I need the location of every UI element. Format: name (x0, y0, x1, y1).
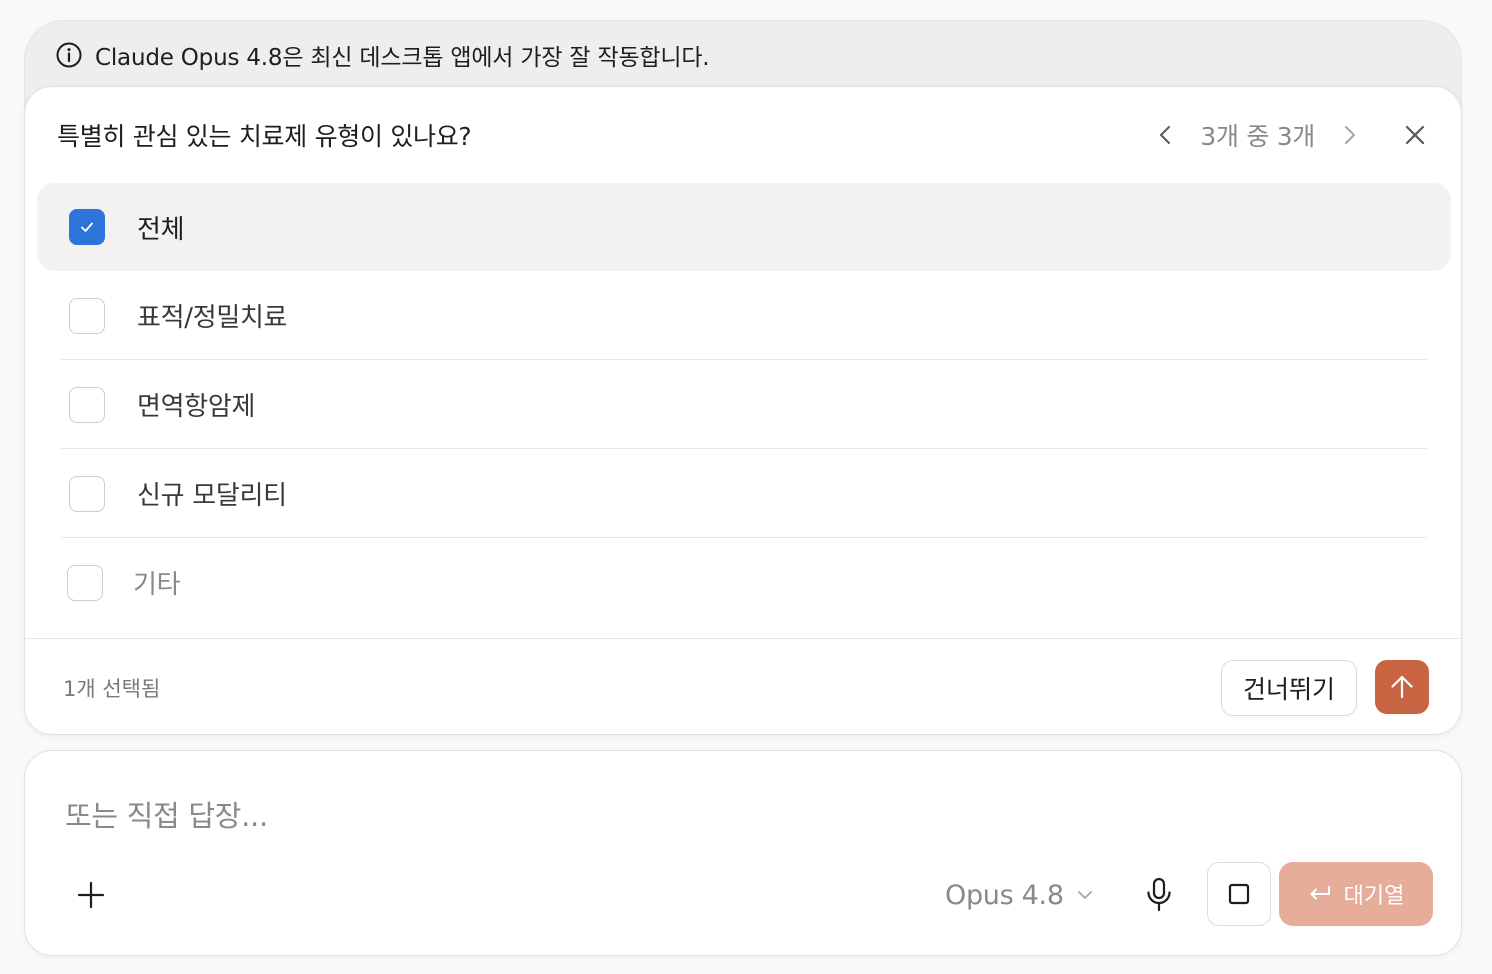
info-icon (55, 41, 83, 69)
return-arrow-icon (1310, 886, 1330, 900)
microphone-button[interactable] (1137, 871, 1181, 919)
queue-button[interactable]: 대기열 (1279, 862, 1433, 926)
add-attachment-button[interactable] (69, 873, 113, 917)
checkbox[interactable] (67, 564, 103, 601)
arrow-up-icon (1391, 675, 1413, 699)
chevron-right-icon (1345, 126, 1355, 144)
option-label: 전체 (137, 214, 185, 245)
previous-question-button[interactable] (1154, 123, 1178, 147)
stop-icon (1228, 883, 1250, 905)
model-selector[interactable]: Opus 4.8 (945, 873, 1094, 917)
stop-button[interactable] (1207, 862, 1271, 926)
option-new-modality[interactable]: 신규 모달리티 (37, 449, 1451, 538)
option-label: 표적/정밀치료 (137, 303, 288, 333)
pager-text: 3개 중 3개 (1200, 122, 1315, 151)
question-title: 특별히 관심 있는 치료제 유형이 있나요? (57, 122, 472, 151)
close-button[interactable] (1399, 119, 1431, 151)
reply-composer: Opus 4.8 대기열 (24, 750, 1462, 956)
next-question-button[interactable] (1337, 123, 1361, 147)
queue-label: 대기열 (1343, 884, 1405, 909)
banner-text: Claude Opus 4.8은 최신 데스크톱 앱에서 가장 잘 작동합니다. (95, 45, 710, 71)
close-icon (1405, 125, 1425, 145)
submit-button[interactable] (1375, 660, 1429, 714)
question-pager: 3개 중 3개 (1154, 113, 1361, 157)
selected-count: 1개 선택됨 (63, 677, 161, 701)
check-icon (81, 222, 93, 232)
skip-button[interactable]: 건너뛰기 (1221, 660, 1357, 716)
option-label: 면역항암제 (137, 392, 256, 422)
option-other[interactable]: 기타 (37, 538, 1451, 627)
question-card: 특별히 관심 있는 치료제 유형이 있나요? 3개 중 3개 전체 표적/정밀치… (24, 86, 1462, 735)
option-immunotherapy[interactable]: 면역항암제 (37, 360, 1451, 449)
option-list: 전체 표적/정밀치료 면역항암제 신규 모달리티 기타 (37, 183, 1451, 627)
model-name: Opus 4.8 (945, 879, 1064, 911)
question-footer: 1개 선택됨 건너뛰기 (25, 638, 1461, 736)
chevron-down-icon (1077, 891, 1092, 899)
microphone-icon (1147, 877, 1171, 912)
option-label: 기타 (133, 570, 181, 600)
checkbox[interactable] (69, 386, 105, 423)
option-targeted-therapy[interactable]: 표적/정밀치료 (37, 271, 1451, 360)
option-label: 신규 모달리티 (137, 481, 287, 511)
checkbox[interactable] (69, 297, 105, 334)
option-all[interactable]: 전체 (37, 183, 1451, 271)
chevron-left-icon (1160, 126, 1171, 144)
checkbox-checked[interactable] (69, 209, 105, 245)
reply-input[interactable] (65, 791, 965, 841)
plus-icon (77, 881, 105, 909)
checkbox[interactable] (69, 475, 105, 512)
banner-row: Claude Opus 4.8은 최신 데스크톱 앱에서 가장 잘 작동합니다. (55, 39, 710, 71)
